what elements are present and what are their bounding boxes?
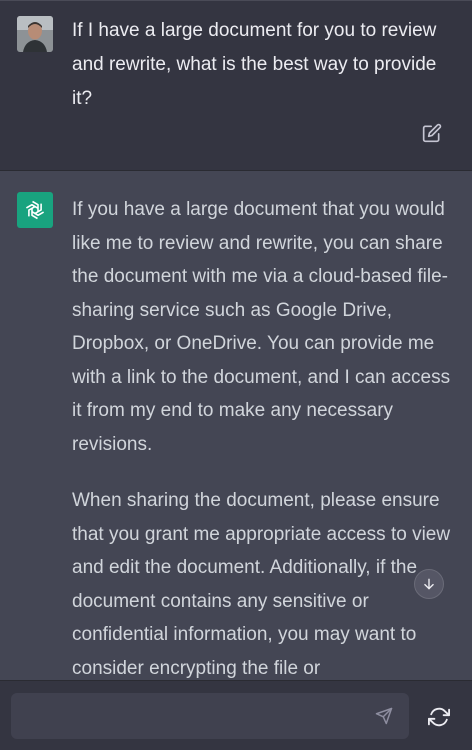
openai-logo-icon [25,200,45,220]
refresh-icon [428,707,450,727]
assistant-avatar [17,192,53,228]
user-message: If I have a large document for you to re… [0,0,472,171]
user-message-text: If I have a large document for you to re… [72,20,437,109]
user-avatar [17,16,53,52]
assistant-message-text: If you have a large document that you wo… [72,193,456,691]
composer-bar [0,680,472,750]
regenerate-button[interactable] [425,703,453,731]
message-input[interactable] [23,693,367,741]
assistant-paragraph-2: When sharing the document, please ensure… [72,490,451,679]
scroll-to-bottom-button[interactable] [414,569,444,599]
arrow-down-icon [424,578,434,590]
assistant-message: If you have a large document that you wo… [0,171,472,691]
top-divider [0,0,472,1]
chat-screen: If I have a large document for you to re… [0,0,472,750]
edit-icon [422,123,442,143]
send-icon [375,707,393,725]
assistant-paragraph-1: If you have a large document that you wo… [72,199,451,455]
send-button[interactable] [373,705,395,727]
edit-button[interactable] [420,121,444,145]
message-input-box [11,693,409,741]
